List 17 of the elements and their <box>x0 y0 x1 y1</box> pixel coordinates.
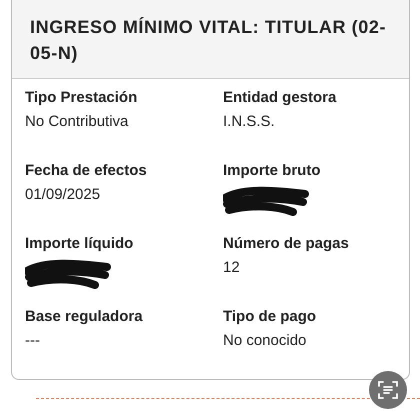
field-value: No conocido <box>223 332 308 349</box>
field-label: Tipo Prestación <box>25 89 138 106</box>
field-label: Tipo de pago <box>223 308 318 325</box>
field-label: Número de pagas <box>223 235 350 252</box>
scan-text-button[interactable] <box>369 371 407 409</box>
field-label: Importe bruto <box>223 162 322 179</box>
field-value: 12 <box>223 259 241 276</box>
field-label: Fecha de efectos <box>25 162 148 179</box>
field-label: Base reguladora <box>25 308 144 325</box>
field-label: Entidad gestora <box>223 89 338 106</box>
field-label: Importe líquido <box>25 235 134 252</box>
card-title: INGRESO MÍNIMO VITAL: TITULAR (02-05-N) <box>30 16 388 65</box>
field-value: --- <box>25 332 41 349</box>
field-value: No Contributiva <box>25 113 130 130</box>
scan-text-icon <box>377 379 399 401</box>
field-value: 01/09/2025 <box>25 186 102 203</box>
field-value: I.N.S.S. <box>223 113 276 130</box>
